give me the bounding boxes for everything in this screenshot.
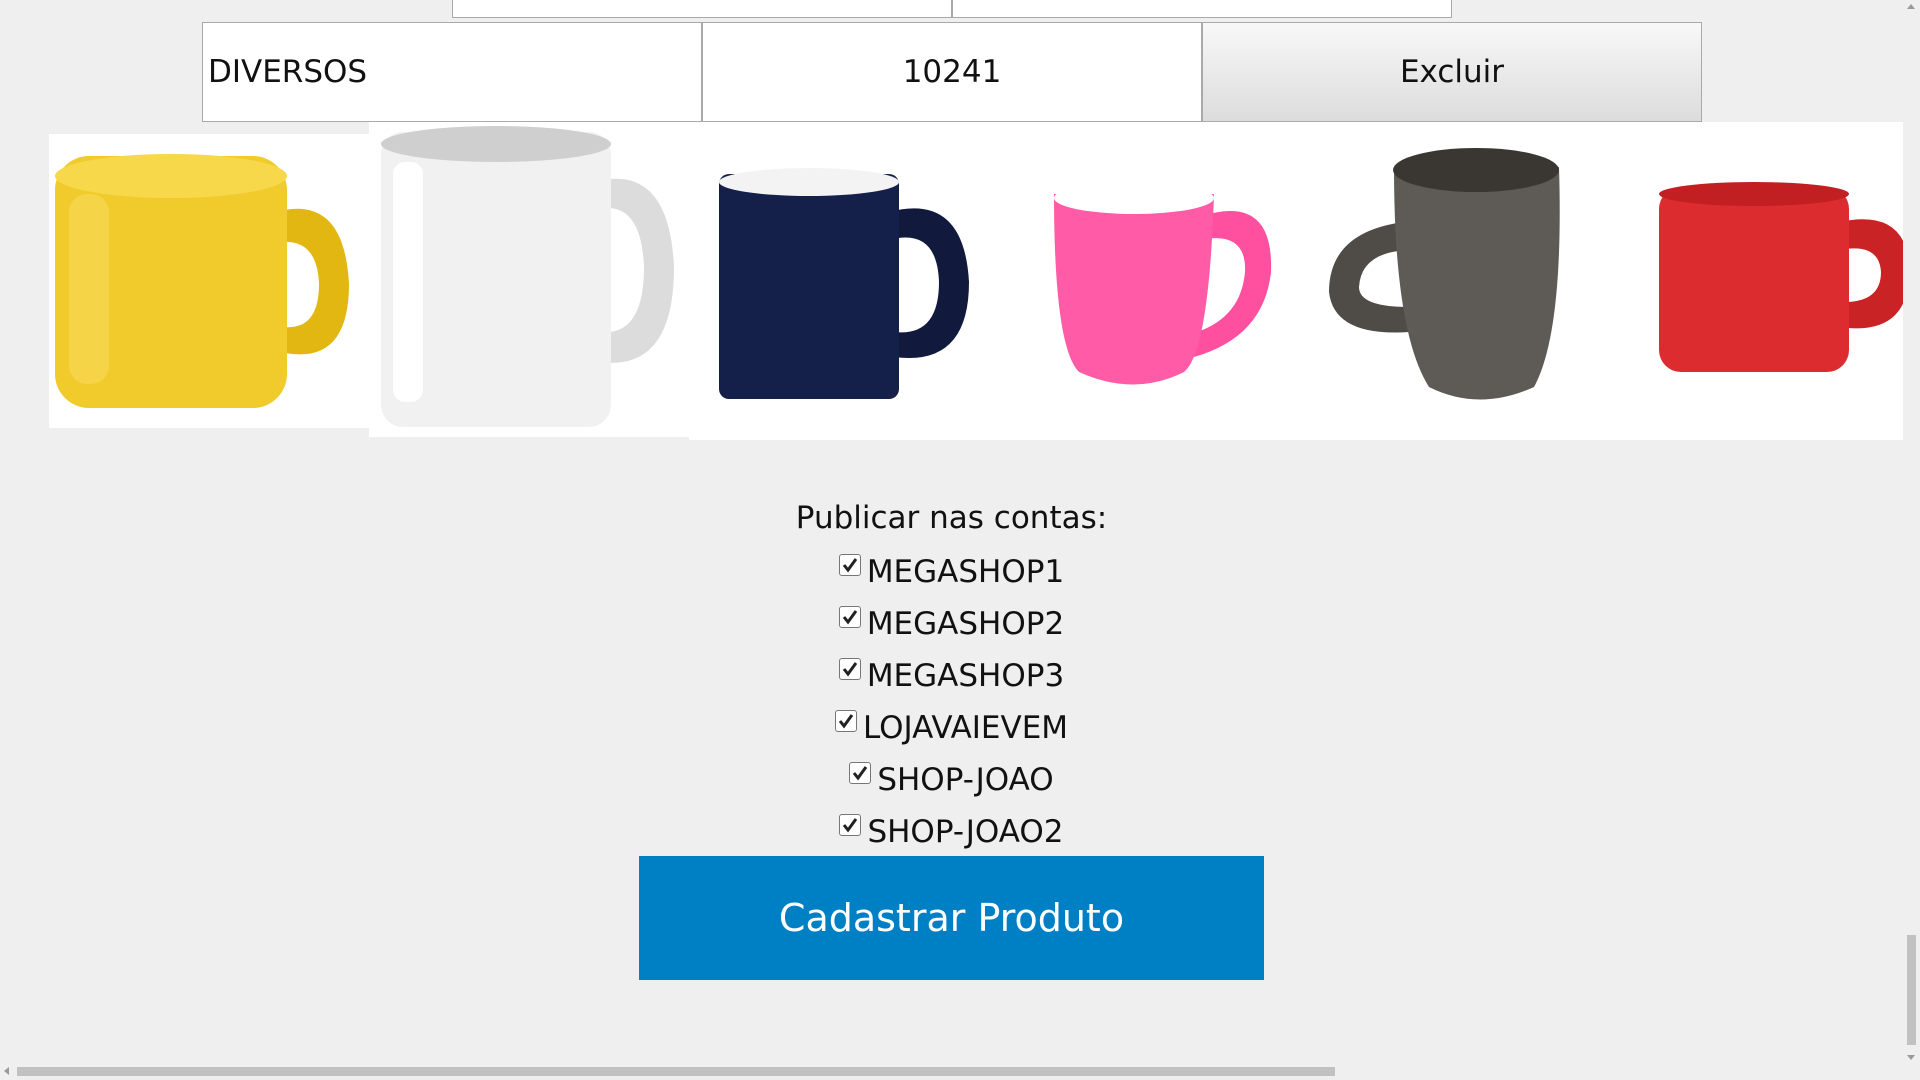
- account-lojavaievem[interactable]: LOJAVAIEVEM: [0, 706, 1903, 750]
- mug-navy-image: [689, 122, 1903, 440]
- account-shop-joao2[interactable]: SHOP-JOAO2: [0, 810, 1903, 854]
- account-label: MEGASHOP2: [866, 606, 1065, 642]
- code-cell: 10241: [702, 22, 1202, 122]
- horizontal-scroll-thumb[interactable]: [17, 1067, 1335, 1076]
- account-label: SHOP-JOAO: [877, 762, 1054, 798]
- vertical-scroll-thumb[interactable]: [1907, 935, 1916, 1045]
- checkbox-checked-icon[interactable]: [838, 658, 861, 680]
- checkbox-checked-icon[interactable]: [849, 762, 872, 784]
- scroll-up-icon[interactable]: [1907, 4, 1915, 9]
- vertical-scrollbar[interactable]: [1903, 0, 1920, 1064]
- product-images: [49, 122, 1903, 440]
- account-label: MEGASHOP1: [866, 554, 1065, 590]
- register-product-button[interactable]: Cadastrar Produto: [639, 856, 1264, 980]
- account-label: SHOP-JOAO2: [867, 814, 1064, 850]
- previous-row-cell: [952, 0, 1452, 18]
- checkbox-checked-icon[interactable]: [839, 814, 862, 836]
- delete-button[interactable]: Excluir: [1202, 22, 1702, 122]
- scroll-left-icon[interactable]: [4, 1067, 9, 1075]
- category-cell: DIVERSOS: [202, 22, 702, 122]
- publish-title: Publicar nas contas:: [795, 500, 1108, 536]
- account-megashop3[interactable]: MEGASHOP3: [0, 654, 1903, 698]
- account-megashop2[interactable]: MEGASHOP2: [0, 602, 1903, 646]
- mug-yellow-image: [49, 134, 369, 428]
- account-megashop1[interactable]: MEGASHOP1: [0, 550, 1903, 594]
- checkbox-checked-icon[interactable]: [838, 606, 861, 628]
- account-label: MEGASHOP3: [866, 658, 1065, 694]
- account-shop-joao[interactable]: SHOP-JOAO: [0, 758, 1903, 802]
- horizontal-scrollbar[interactable]: [0, 1063, 1903, 1080]
- mug-white-image: [369, 122, 689, 437]
- scroll-down-icon[interactable]: [1907, 1055, 1915, 1060]
- checkbox-checked-icon[interactable]: [838, 554, 861, 576]
- previous-row: [452, 0, 1452, 20]
- previous-row-cell: [452, 0, 952, 18]
- account-label: LOJAVAIEVEM: [862, 710, 1069, 746]
- checkbox-checked-icon[interactable]: [834, 710, 857, 732]
